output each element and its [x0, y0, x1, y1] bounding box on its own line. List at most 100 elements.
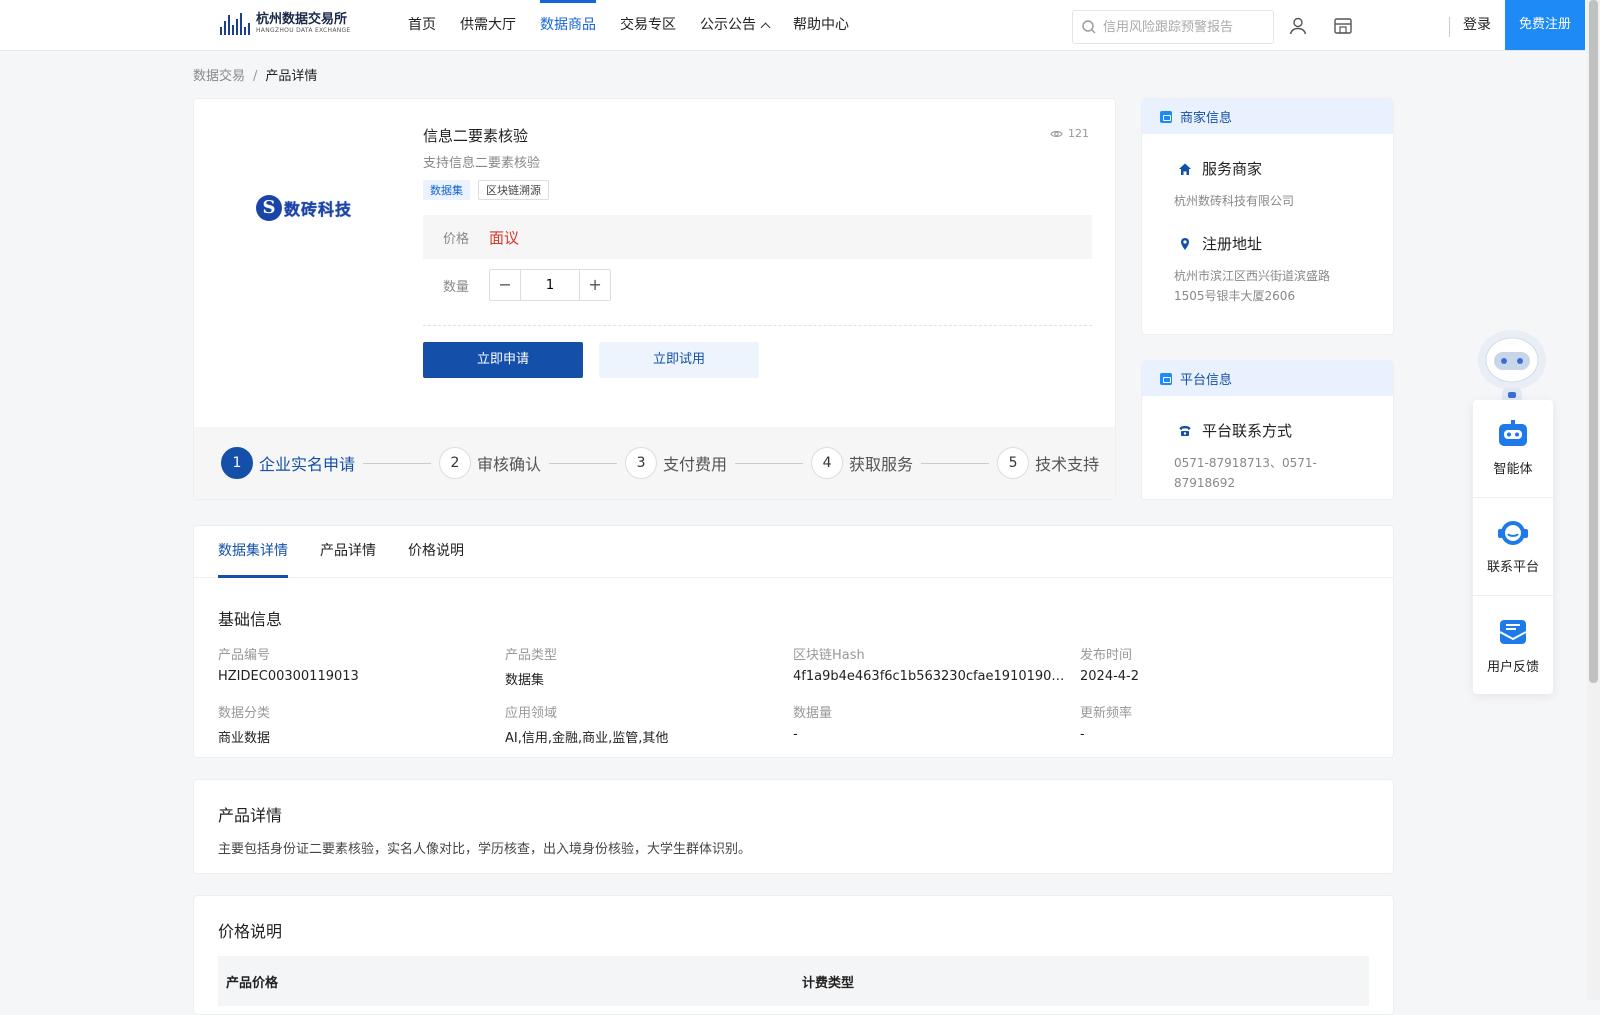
- service-merchant-value: 杭州数砖科技有限公司: [1174, 194, 1295, 208]
- col-billing-type: 计费类型: [802, 975, 855, 991]
- price-row: 价格 面议: [423, 215, 1092, 259]
- contact-platform-button[interactable]: 联系平台: [1473, 498, 1553, 596]
- user-feedback-button[interactable]: 用户反馈: [1473, 596, 1553, 694]
- merchant-logo: S 数砖科技: [256, 195, 352, 221]
- platform-info-card: 平台信息 平台联系方式 0571-87918713、0571-87918692: [1141, 360, 1394, 500]
- product-detail-text: 主要包括身份证二要素核验，实名人像对比，学历核查，出入境身份核验，大学生群体识别…: [218, 842, 752, 857]
- step-number: 5: [997, 447, 1030, 479]
- plus-icon[interactable]: +: [580, 270, 610, 300]
- site-logo[interactable]: 杭州数据交易所 HANGZHOU DATA EXCHANGE: [220, 12, 351, 35]
- ai-agent-button[interactable]: 智能体: [1473, 400, 1553, 498]
- price-value: 面议: [489, 228, 520, 247]
- basic-info-title: 基础信息: [218, 610, 283, 629]
- tab-product-details[interactable]: 产品详情: [320, 526, 376, 577]
- tab-price-description[interactable]: 价格说明: [408, 526, 464, 577]
- platform-info-title: 平台信息: [1180, 373, 1233, 388]
- field-update-frequency: 更新频率 -: [1080, 702, 1367, 746]
- field-application-domain: 应用领域 AI,信用,金融,商业,监管,其他: [505, 702, 793, 746]
- quantity-input[interactable]: [520, 270, 581, 300]
- product-title: 信息二要素核验: [423, 127, 529, 145]
- shop-icon[interactable]: [1333, 16, 1353, 36]
- step-connector: [549, 462, 618, 464]
- contact-platform-label: 联系平台: [1486, 560, 1539, 575]
- merchant-info-card: 商家信息 服务商家 杭州数砖科技有限公司 注册地址 杭州市滨江区西兴街道滨盛路1…: [1141, 98, 1394, 335]
- quantity-label: 数量: [443, 279, 470, 295]
- field-label: 产品编号: [218, 648, 271, 663]
- step-number: 2: [439, 447, 472, 479]
- login-link[interactable]: 登录: [1463, 0, 1491, 50]
- breadcrumb-current: 产品详情: [265, 69, 318, 84]
- field-value: 4f1a9b4e463f6c1b563230cfae19101909a...: [793, 669, 1065, 684]
- apply-now-button[interactable]: 立即申请: [423, 342, 583, 378]
- step-number: 3: [625, 447, 658, 479]
- search-input[interactable]: [1103, 19, 1263, 35]
- registered-address-value: 杭州市滨江区西兴街道滨盛路1505号银丰大厦2606: [1174, 269, 1331, 303]
- nav-trading-zone[interactable]: 交易专区: [608, 0, 688, 50]
- basic-info-grid: 产品编号 HZIDEC00300119013 产品类型数据集 区块链Hash 4f1…: [218, 644, 1367, 746]
- dataset-details-card: 数据集详情 产品详情 价格说明 基础信息 产品编号 HZIDEC003001190…: [193, 525, 1394, 758]
- field-blockchain-hash: 区块链Hash 4f1a9b4e463f6c1b563230cfae1910190…: [793, 644, 1080, 688]
- step-label: 获取服务: [849, 455, 914, 474]
- step-label: 支付费用: [663, 455, 728, 474]
- top-navigation-bar: 杭州数据交易所 HANGZHOU DATA EXCHANGE 首页 供需大厅 数…: [0, 0, 1585, 51]
- nav-announcements-label: 公示公告: [700, 17, 756, 33]
- field-value: 数据集: [505, 673, 545, 688]
- field-value: HZIDEC00300119013: [218, 669, 359, 684]
- field-value: 商业数据: [218, 731, 271, 746]
- product-detail-title: 产品详情: [218, 806, 283, 825]
- price-description-title: 价格说明: [218, 922, 283, 941]
- process-steps: 1 企业实名申请 2 审核确认 3 支付费用 4 获取服务 5 技术支持: [194, 427, 1115, 499]
- search-box[interactable]: [1072, 10, 1274, 44]
- product-detail-card: 产品详情 主要包括身份证二要素核验，实名人像对比，学历核查，出入境身份核验，大学…: [193, 779, 1394, 874]
- user-feedback-label: 用户反馈: [1486, 659, 1539, 675]
- field-product-number: 产品编号 HZIDEC00300119013: [218, 644, 505, 688]
- try-now-button[interactable]: 立即试用: [599, 342, 759, 378]
- header-divider: [1449, 17, 1450, 37]
- nav-supply-demand[interactable]: 供需大厅: [448, 0, 528, 50]
- field-label: 发布时间: [1080, 648, 1133, 663]
- product-tags: 数据集 区块链溯源: [423, 180, 549, 200]
- registered-address: 注册地址 杭州市滨江区西兴街道滨盛路1505号银丰大厦2606: [1142, 233, 1393, 306]
- product-card: S 数砖科技 信息二要素核验 121 支持信息二要素核验 数据集 区块链溯源 价…: [193, 98, 1116, 500]
- nav-help-center[interactable]: 帮助中心: [781, 0, 861, 50]
- step-1: 1 企业实名申请: [221, 447, 355, 479]
- brand-s-icon: S: [256, 195, 282, 221]
- feedback-mail-icon: [1499, 619, 1527, 644]
- field-product-type: 产品类型 数据集: [505, 644, 793, 688]
- nav-home[interactable]: 首页: [396, 0, 448, 50]
- step-label: 企业实名申请: [259, 455, 356, 474]
- phone-icon: [1179, 425, 1191, 436]
- ai-agent-label: 智能体: [1493, 462, 1533, 477]
- page-scrollbar[interactable]: [1587, 0, 1600, 1000]
- user-icon[interactable]: [1288, 16, 1308, 36]
- search-icon: [1082, 20, 1096, 34]
- platform-contact-label: 平台联系方式: [1202, 422, 1293, 440]
- platform-icon: [1160, 372, 1172, 385]
- scrollbar-thumb[interactable]: [1589, 0, 1598, 683]
- registered-address-label: 注册地址: [1202, 235, 1263, 253]
- minus-icon[interactable]: −: [490, 270, 520, 300]
- service-merchant-label: 服务商家: [1202, 160, 1263, 178]
- field-label: 产品类型: [505, 648, 558, 663]
- view-count: 121: [1050, 127, 1089, 140]
- field-label: 更新频率: [1080, 706, 1133, 721]
- robot-icon: [1499, 420, 1527, 446]
- step-label: 审核确认: [477, 455, 542, 474]
- nav-announcements[interactable]: 公示公告: [688, 0, 781, 50]
- register-button[interactable]: 免费注册: [1505, 0, 1585, 50]
- field-label: 应用领域: [505, 706, 558, 721]
- quantity-row: 数量 − +: [423, 269, 612, 301]
- price-label: 价格: [443, 231, 470, 247]
- robot-mascot-icon[interactable]: [1472, 326, 1552, 404]
- step-number: 1: [221, 447, 253, 479]
- headset-icon: [1498, 521, 1528, 545]
- tab-dataset-details[interactable]: 数据集详情: [218, 526, 288, 578]
- nav-data-products[interactable]: 数据商品: [528, 0, 608, 50]
- logo-bars-icon: [220, 12, 250, 35]
- dashed-divider: [423, 325, 1092, 326]
- field-label: 数据量: [793, 706, 833, 721]
- eye-icon: [1050, 130, 1063, 137]
- field-value: 2024-4-2: [1080, 669, 1140, 684]
- step-4: 4 获取服务: [811, 447, 913, 479]
- breadcrumb-root[interactable]: 数据交易: [193, 69, 245, 84]
